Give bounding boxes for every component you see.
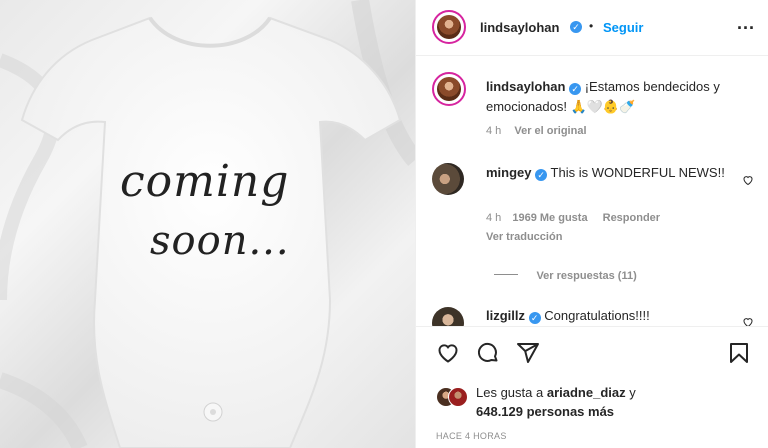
view-replies[interactable]: Ver respuestas (11) [494, 266, 637, 284]
like-heart-icon[interactable] [436, 341, 460, 365]
save-bookmark-icon[interactable] [727, 341, 751, 365]
likes-count[interactable]: 648.129 personas más [476, 404, 614, 419]
post-timestamp: HACE 4 HORAS [436, 431, 507, 441]
comment-bubble-icon[interactable] [476, 341, 500, 365]
separator-dot: • [589, 19, 594, 33]
see-translation-link[interactable]: Ver traducción [486, 231, 562, 243]
liker-avatar[interactable] [448, 387, 468, 407]
comment-text: This is WONDERFUL NEWS!! [550, 165, 725, 180]
comment-text-block: lizgillz ✓ Congratulations!!!! [486, 306, 726, 326]
caption-text-block: lindsaylohan ✓ ¡Estamos bendecidos y emo… [486, 77, 756, 117]
author-username[interactable]: lindsaylohan [480, 20, 559, 35]
verified-badge-icon: ✓ [535, 169, 548, 181]
share-send-icon[interactable] [516, 341, 540, 365]
comment-item: lizgillz ✓ Congratulations!!!! [416, 304, 768, 326]
liker-username[interactable]: ariadne_diaz [547, 385, 626, 400]
verified-badge-icon: ✓ [569, 83, 582, 95]
onesie-text-soon: soon... [150, 218, 290, 264]
likes-prefix: Les gusta a [476, 385, 544, 400]
comment-text: Congratulations!!!! [544, 308, 650, 323]
comment-likes[interactable]: 1969 Me gusta [512, 212, 587, 224]
reply-button[interactable]: Responder [603, 212, 660, 224]
action-bar: Les gusta a ariadne_diaz y 648.129 perso… [416, 326, 768, 448]
replies-line [494, 274, 518, 275]
comment-like-heart-icon[interactable] [742, 174, 754, 186]
follow-button[interactable]: Seguir [603, 20, 643, 35]
commenter-avatar[interactable] [432, 163, 464, 195]
comment-username[interactable]: mingey [486, 165, 532, 180]
commenter-avatar[interactable] [432, 307, 464, 326]
verified-badge-icon: ✓ [528, 312, 541, 324]
post-sidebar: lindsaylohan ✓ • Seguir ... lindsaylohan… [415, 0, 768, 448]
likes-text: Les gusta a ariadne_diaz y 648.129 perso… [476, 383, 746, 421]
see-original-link[interactable]: Ver el original [514, 125, 586, 137]
post-image[interactable]: coming soon... [0, 0, 415, 448]
post-viewer: coming soon... lindsaylohan ✓ • Seguir .… [0, 0, 768, 448]
comment-like-heart-icon[interactable] [742, 316, 754, 326]
caption-username[interactable]: lindsaylohan [486, 79, 565, 94]
caption-avatar[interactable] [432, 72, 466, 106]
comment-time: 4 h [486, 212, 502, 224]
comment-username[interactable]: lizgillz [486, 308, 525, 323]
author-avatar[interactable] [432, 10, 466, 44]
caption-meta: 4 h Ver el original [486, 125, 587, 137]
comment-meta: 4 h 1969 Me gusta Responder [486, 212, 660, 224]
onesie-text-coming: coming [120, 156, 290, 207]
post-header: lindsaylohan ✓ • Seguir ... [416, 0, 768, 56]
verified-badge-icon: ✓ [570, 21, 582, 33]
likes-suffix: y [629, 385, 636, 400]
view-replies-label[interactable]: Ver respuestas (11) [536, 270, 636, 282]
caption-time: 4 h [486, 125, 502, 137]
comment-item: mingey ✓ This is WONDERFUL NEWS!! 4 h 19… [416, 160, 768, 260]
comment-text-block: mingey ✓ This is WONDERFUL NEWS!! [486, 163, 726, 183]
more-options-icon[interactable]: ... [737, 13, 755, 34]
